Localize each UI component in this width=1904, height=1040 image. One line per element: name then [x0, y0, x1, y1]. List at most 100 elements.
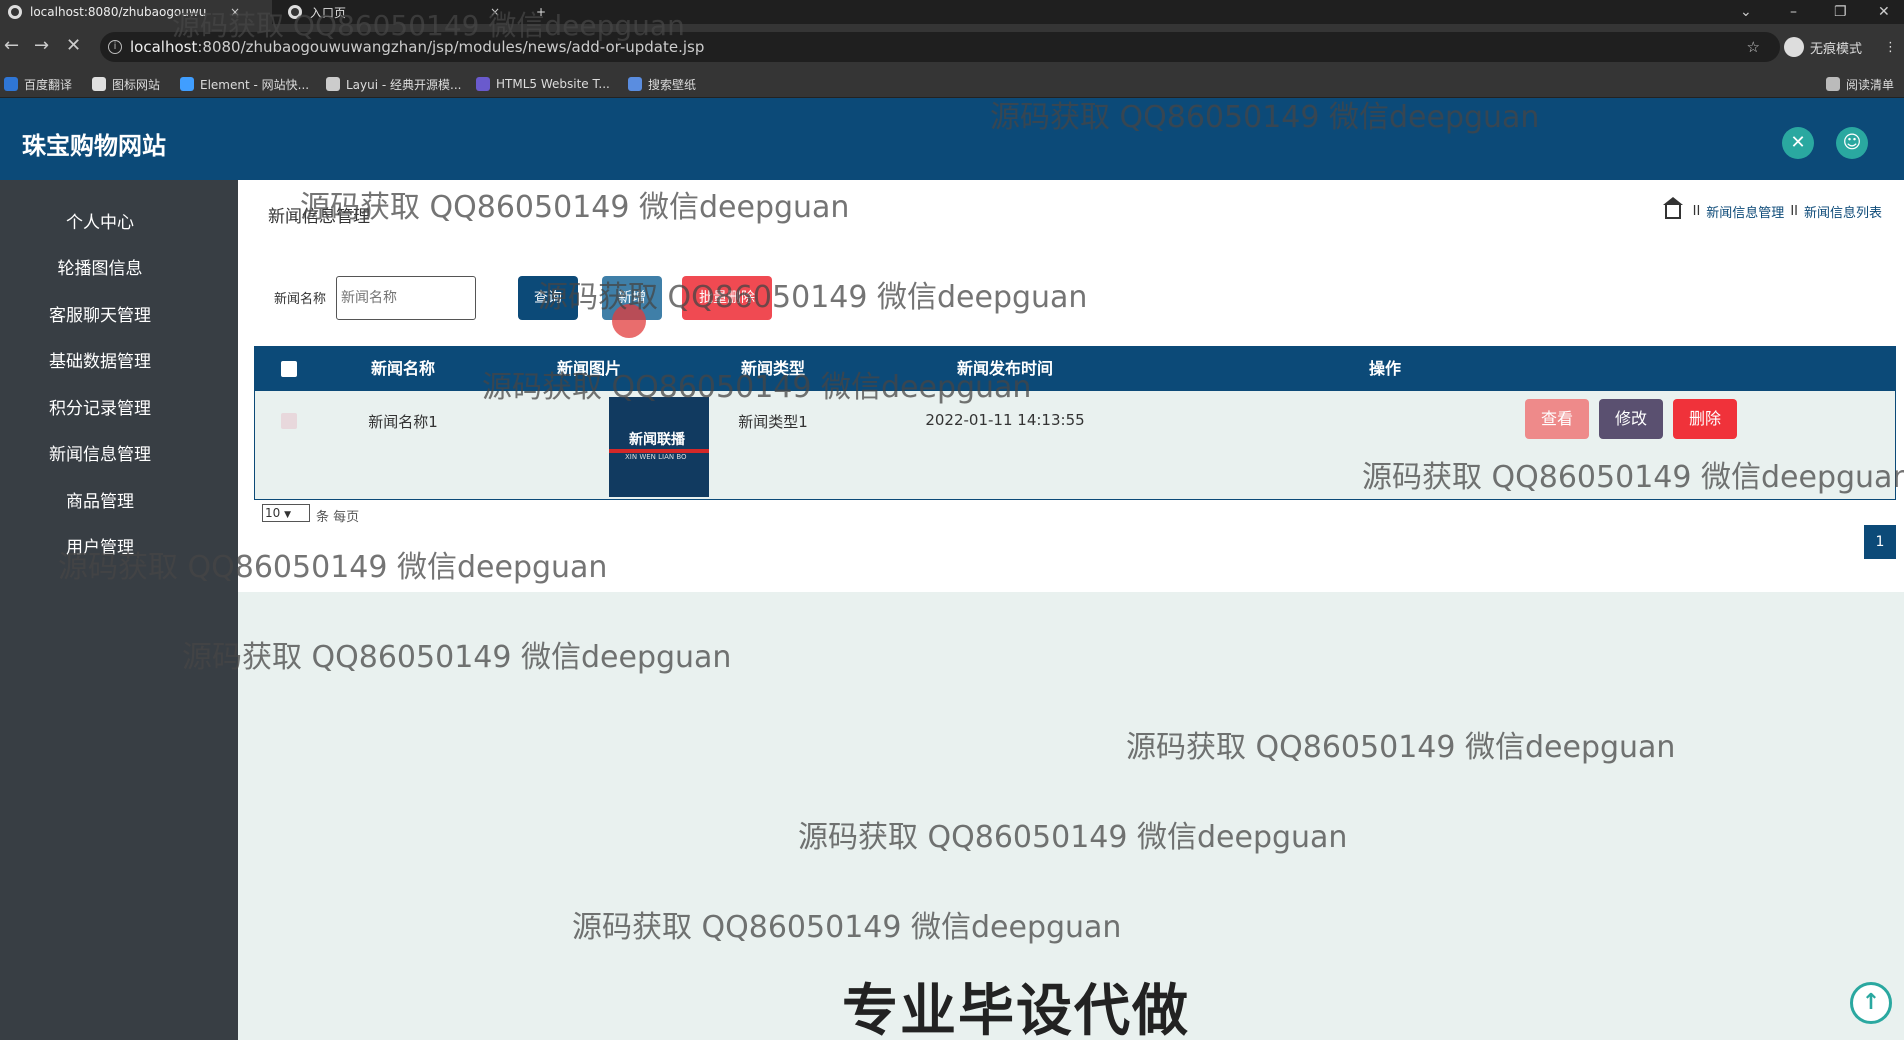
url-field[interactable]: i localhost:8080/zhubaogouwuwangzhan/jsp… [100, 32, 1780, 62]
page-size-value: 10 [265, 506, 281, 520]
bookmark-item[interactable]: HTML5 Website T... [476, 74, 610, 94]
html5-icon [476, 77, 490, 91]
sidebar-item-users[interactable]: 用户管理 [0, 533, 200, 563]
app-title: 珠宝购物网站 [22, 132, 166, 160]
bookmark-item[interactable]: 百度翻译 [4, 74, 72, 94]
tab-title: localhost:8080/zhubaogouwu [30, 5, 207, 19]
select-all-checkbox[interactable] [281, 361, 297, 377]
close-icon[interactable]: × [490, 5, 500, 19]
bookmark-item[interactable]: 图标网站 [92, 74, 160, 94]
search-label: 新闻名称 [274, 292, 327, 307]
incognito-indicator[interactable]: 无痕模式 [1784, 24, 1862, 70]
watermark-text: 源码获取 QQ86050149 微信deepguan [182, 640, 732, 675]
bookmark-label: Layui - 经典开源模... [346, 77, 462, 92]
batch-delete-button[interactable]: 批量删除 [682, 276, 772, 320]
bookmark-label: HTML5 Website T... [496, 77, 610, 91]
browser-tab[interactable]: 入口页 × [280, 0, 510, 24]
watermark-text: 源码获取 QQ86050149 微信deepguan [1126, 730, 1676, 765]
news-time-cell: 2022-01-11 14:13:55 [925, 411, 1085, 429]
column-header: 新闻发布时间 [956, 359, 1053, 378]
breadcrumb: II 新闻信息管理 II 新闻信息列表 [1662, 196, 1882, 221]
tab-title: 入口页 [310, 5, 347, 20]
bookmark-star-icon[interactable]: ☆ [1747, 32, 1760, 62]
column-header: 新闻图片 [556, 359, 621, 378]
promo-text: 专业毕设代做 [842, 979, 1190, 1040]
view-button[interactable]: 查看 [1525, 399, 1589, 439]
watermark-text: 源码获取 QQ86050149 微信deepguan [572, 910, 1122, 945]
column-header: 新闻类型 [740, 359, 805, 378]
column-header: 操作 [1368, 359, 1401, 378]
sidebar-item-news[interactable]: 新闻信息管理 [0, 440, 200, 470]
incognito-label: 无痕模式 [1810, 41, 1863, 57]
watermark-text: 源码获取 QQ86050149 微信deepguan [798, 820, 1348, 855]
forward-icon[interactable]: → [34, 36, 49, 56]
bookmark-label: Element - 网站快... [200, 77, 310, 92]
expand-icon[interactable]: ✕ [1782, 127, 1814, 159]
bookmark-item[interactable]: 搜索壁纸 [628, 74, 696, 94]
news-image: 新闻联播 XIN WEN LIAN BO [609, 397, 709, 497]
click-indicator [612, 304, 646, 338]
sidebar-item-products[interactable]: 商品管理 [0, 487, 200, 517]
wallpaper-icon [628, 77, 642, 91]
main-content: 新闻信息管理 II 新闻信息管理 II 新闻信息列表 新闻名称 查询 新增 批量… [238, 180, 1904, 592]
browser-tab-active[interactable]: localhost:8080/zhubaogouwu × [0, 0, 272, 24]
bookmark-label: 图标网站 [112, 77, 161, 92]
breadcrumb-item[interactable]: 新闻信息列表 [1804, 202, 1882, 221]
query-button[interactable]: 查询 [518, 276, 578, 320]
url-host: localhost [130, 38, 198, 56]
breadcrumb-separator: II [1790, 204, 1798, 219]
new-tab-button[interactable]: + [528, 0, 548, 24]
sidebar-item-chat[interactable]: 客服聊天管理 [0, 301, 200, 331]
site-info-icon[interactable]: i [108, 40, 122, 54]
globe-icon [288, 5, 302, 19]
bookmark-item[interactable]: Layui - 经典开源模... [326, 74, 461, 94]
minimize-icon[interactable]: – [1790, 0, 1797, 24]
table-row: 新闻名称1 新闻联播 XIN WEN LIAN BO 新闻类型1 2022-01… [255, 391, 1895, 499]
sidebar-item-points[interactable]: 积分记录管理 [0, 394, 200, 424]
bookmark-item[interactable]: Element - 网站快... [180, 74, 309, 94]
sidebar-item-base-data[interactable]: 基础数据管理 [0, 347, 200, 377]
sidebar-item-carousel[interactable]: 轮播图信息 [0, 254, 200, 284]
sidebar-item-personal-center[interactable]: 个人中心 [0, 208, 200, 238]
row-checkbox[interactable] [281, 413, 297, 429]
breadcrumb-separator: II [1692, 204, 1701, 219]
globe-icon [8, 5, 22, 19]
stop-icon[interactable]: ✕ [66, 36, 81, 56]
tab-search-icon[interactable]: ⌄ [1740, 0, 1752, 24]
browser-tab-bar: localhost:8080/zhubaogouwu × 入口页 × + ⌄ –… [0, 0, 1904, 24]
reading-list-label: 阅读清单 [1846, 77, 1895, 92]
page-size-label: 条 每页 [316, 510, 360, 525]
user-icon[interactable]: ☺ [1836, 127, 1868, 159]
delete-button[interactable]: 删除 [1673, 399, 1737, 439]
reading-list-button[interactable]: 阅读清单 [1826, 74, 1894, 94]
edit-button[interactable]: 修改 [1599, 399, 1663, 439]
page-number-button[interactable]: 1 [1864, 525, 1896, 559]
address-bar-row: ← → ✕ i localhost:8080/zhubaogouwuwangzh… [0, 24, 1904, 70]
news-image-subtitle: XIN WEN LIAN BO [625, 453, 687, 461]
table-header: 新闻名称 新闻图片 新闻类型 新闻发布时间 操作 [255, 347, 1895, 391]
news-image-title: 新闻联播 [629, 432, 685, 448]
bookmark-label: 百度翻译 [24, 77, 73, 92]
sidebar: 个人中心 轮播图信息 客服聊天管理 基础数据管理 积分记录管理 新闻信息管理 商… [0, 180, 238, 1040]
news-type-cell: 新闻类型1 [738, 413, 808, 431]
close-icon[interactable]: × [230, 5, 240, 19]
bookmark-label: 搜索壁纸 [648, 77, 697, 92]
bookmarks-bar: 百度翻译 图标网站 Element - 网站快... Layui - 经典开源模… [0, 70, 1904, 98]
page-size-select[interactable]: 10 ▼ [262, 504, 310, 522]
url-path: :8080/zhubaogouwuwangzhan/jsp/modules/ne… [197, 38, 705, 56]
flag-icon [92, 77, 106, 91]
back-icon[interactable]: ← [4, 36, 19, 56]
browser-menu-icon[interactable]: ⋮ [1884, 24, 1897, 70]
element-icon [180, 77, 194, 91]
window-close-icon[interactable]: ✕ [1878, 0, 1890, 24]
news-name-cell: 新闻名称1 [368, 413, 438, 431]
page-title: 新闻信息管理 [268, 207, 370, 227]
breadcrumb-item[interactable]: 新闻信息管理 [1706, 202, 1784, 221]
layui-icon [326, 77, 340, 91]
news-name-search-input[interactable] [336, 276, 476, 320]
home-icon[interactable] [1662, 196, 1683, 219]
back-to-top-icon[interactable]: ↑ [1850, 982, 1892, 1024]
restore-icon[interactable]: ❐ [1834, 0, 1847, 24]
translate-icon [4, 77, 18, 91]
chevron-down-icon: ▼ [284, 510, 292, 520]
